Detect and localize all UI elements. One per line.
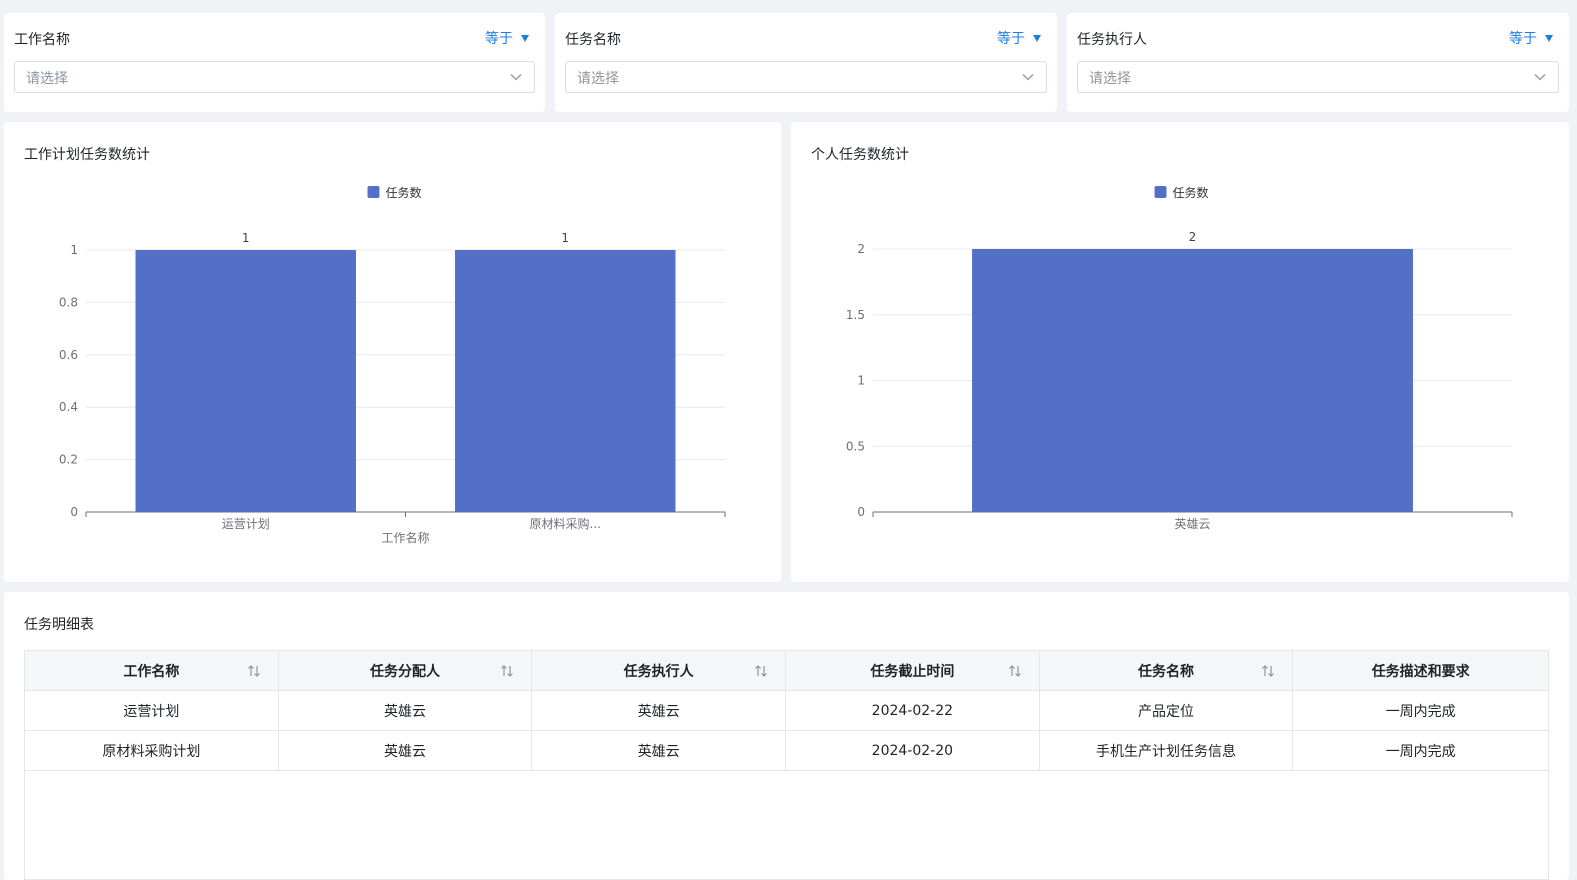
y-tick-label: 1	[70, 243, 78, 257]
sort-icon[interactable]	[1007, 663, 1023, 679]
operator-dropdown[interactable]: 等于	[1509, 28, 1553, 48]
column-header-label: 任务执行人	[623, 663, 694, 680]
y-tick-label: 2	[857, 242, 865, 256]
column-header-label: 工作名称	[123, 663, 180, 680]
select-placeholder: 请选择	[26, 71, 68, 87]
y-tick-label: 0.6	[59, 348, 78, 362]
x-tick-label: 原材料采购...	[530, 516, 601, 531]
y-tick-label: 0.5	[846, 439, 865, 453]
y-tick-label: 0.4	[59, 400, 78, 414]
task-name-select[interactable]: 请选择	[565, 61, 1047, 93]
table-header-row: 工作名称 任务分配人 任务执行人 任务截止时间 任务名称 任务描述和要求	[25, 651, 1548, 691]
table-cell: 英雄云	[532, 691, 787, 730]
operator-label: 等于	[997, 31, 1025, 47]
column-header-label: 任务描述和要求	[1371, 663, 1470, 680]
work-plan-bar-chart: 任务数 0 0.2 0.4 0.6 0.8 1 1 运营计划 1 原材料采购... 工作名称	[59, 185, 726, 545]
data-label: 1	[561, 231, 569, 245]
column-header-label: 任务截止时间	[870, 663, 955, 680]
table-cell: 一周内完成	[1385, 743, 1456, 760]
task-executor-select[interactable]: 请选择	[1077, 61, 1559, 93]
task-detail-card: 任务明细表 工作名称 任务分配人 任务执行人 任务截止时间 任务名称 任务描述和…	[4, 592, 1569, 880]
chevron-down-icon	[1022, 74, 1034, 81]
y-tick-label: 1.5	[846, 308, 865, 322]
y-tick-label: 0.2	[59, 453, 78, 467]
table-cell: 2024-02-22	[786, 691, 1040, 730]
y-tick-label: 1	[857, 374, 865, 388]
legend-label: 任务数	[386, 185, 422, 200]
operator-dropdown[interactable]: 等于	[485, 28, 529, 48]
table-cell: 手机生产计划任务信息	[1040, 731, 1294, 770]
legend-swatch	[1154, 186, 1167, 198]
sort-icon[interactable]	[1260, 663, 1276, 679]
sort-icon[interactable]	[753, 663, 769, 679]
column-header[interactable]: 工作名称	[25, 651, 279, 690]
operator-label: 等于	[1509, 31, 1537, 47]
sort-icon[interactable]	[246, 663, 262, 679]
chevron-down-icon	[510, 74, 522, 81]
column-header-label: 任务分配人	[370, 663, 440, 680]
column-header[interactable]: 任务执行人	[532, 651, 787, 690]
work-name-select[interactable]: 请选择	[14, 61, 535, 93]
x-tick-label: 运营计划	[222, 517, 270, 531]
table-cell: 英雄云	[279, 691, 533, 730]
column-header[interactable]: 任务分配人	[279, 651, 533, 690]
sort-icon[interactable]	[499, 663, 515, 679]
y-tick-label: 0	[70, 505, 78, 519]
x-axis-title: 工作名称	[381, 530, 429, 545]
work-plan-chart-card: 工作计划任务数统计 任务数 0 0.2 0.4 0.6 0.8 1 1 运营计划 1 原材料采购..…	[4, 122, 781, 582]
caret-down-icon	[1545, 34, 1553, 42]
column-header-label: 任务名称	[1138, 663, 1195, 680]
x-tick-label: 英雄云	[1174, 516, 1210, 531]
operator-label: 等于	[485, 31, 513, 47]
select-placeholder: 请选择	[577, 71, 619, 87]
filter-title: 工作名称	[14, 32, 70, 48]
filter-card-task-name: 任务名称 等于 请选择	[555, 13, 1057, 112]
data-label: 2	[1189, 230, 1197, 244]
filter-card-work-name: 工作名称 等于 请选择	[4, 13, 545, 112]
table-row[interactable]: 运营计划 英雄云 英雄云 2024-02-22 产品定位 一周内完成	[25, 691, 1548, 731]
legend-label: 任务数	[1173, 185, 1209, 200]
chevron-down-icon	[1534, 74, 1546, 81]
task-detail-table: 工作名称 任务分配人 任务执行人 任务截止时间 任务名称 任务描述和要求 运营计…	[24, 650, 1549, 880]
legend-swatch	[367, 186, 380, 198]
y-tick-label: 0.8	[59, 295, 78, 309]
personal-bar-chart: 任务数 0 0.5 1 1.5 2 2 英雄云	[846, 185, 1513, 531]
operator-dropdown[interactable]: 等于	[997, 28, 1041, 48]
column-header[interactable]: 任务截止时间	[786, 651, 1040, 690]
table-cell: 原材料采购计划	[25, 731, 279, 770]
table-cell: 一周内完成	[1385, 703, 1456, 720]
select-placeholder: 请选择	[1089, 71, 1131, 87]
table-cell: 英雄云	[532, 731, 787, 770]
column-header: 任务描述和要求	[1293, 651, 1548, 690]
table-cell: 2024-02-20	[786, 731, 1040, 770]
filter-title: 任务名称	[565, 32, 621, 48]
bar	[135, 250, 356, 512]
caret-down-icon	[521, 34, 529, 42]
table-cell: 英雄云	[279, 731, 533, 770]
table-row[interactable]: 原材料采购计划 英雄云 英雄云 2024-02-20 手机生产计划任务信息 一周…	[25, 731, 1548, 771]
caret-down-icon	[1033, 34, 1041, 42]
filter-title: 任务执行人	[1077, 32, 1147, 48]
table-cell: 运营计划	[25, 691, 279, 730]
table-title: 任务明细表	[24, 617, 94, 633]
y-tick-label: 0	[857, 505, 865, 519]
personal-chart-card: 个人任务数统计 任务数 0 0.5 1 1.5 2 2 英雄云	[791, 122, 1569, 582]
data-label: 1	[242, 231, 250, 245]
table-cell: 产品定位	[1040, 691, 1294, 730]
bar	[972, 249, 1413, 512]
filter-card-task-executor: 任务执行人 等于 请选择	[1067, 13, 1569, 112]
bar	[455, 250, 676, 512]
column-header[interactable]: 任务名称	[1040, 651, 1294, 690]
